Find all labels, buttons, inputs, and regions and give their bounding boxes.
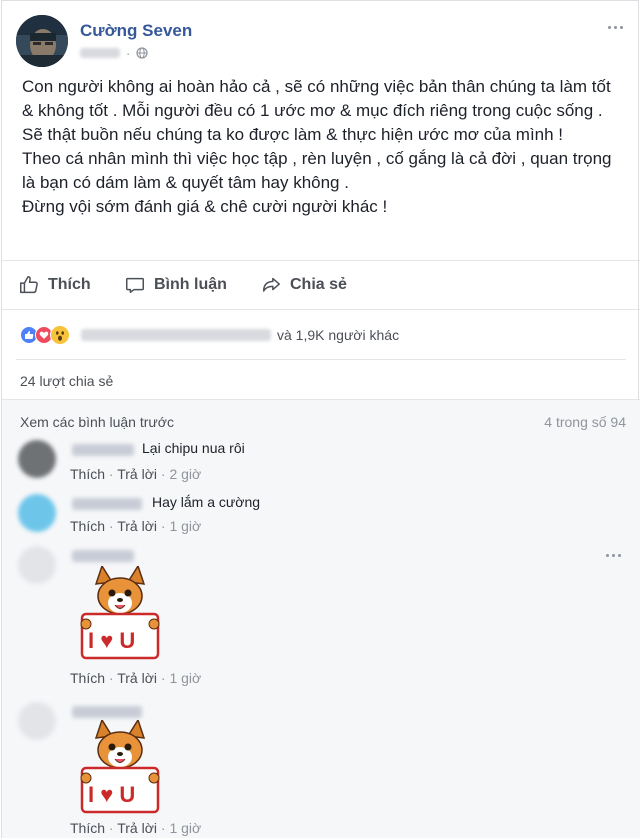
author-name[interactable]: Cường Seven xyxy=(80,21,192,41)
commenter-name-blurred[interactable] xyxy=(72,550,134,562)
commenter-name-blurred[interactable] xyxy=(72,498,142,510)
comment-options-icon[interactable] xyxy=(606,550,624,560)
post-header: Cường Seven · xyxy=(16,15,626,67)
commenter-avatar[interactable] xyxy=(18,494,56,532)
like-button[interactable]: Thích xyxy=(18,261,91,309)
post-paragraph: Đừng vội sớm đánh giá & chê cười người k… xyxy=(22,197,388,216)
comment-item: Lại chipu nua rôi Thích · Trả lời · 2 gi… xyxy=(18,440,624,484)
avatar-image xyxy=(16,15,68,67)
corgi-love-sticker[interactable]: I ♥ U xyxy=(80,720,160,815)
post-body: Con người không ai hoàn hảo cả , sẽ có n… xyxy=(22,75,622,219)
reaction-count[interactable]: và 1,9K người khác xyxy=(277,327,399,343)
comment-label: Bình luận xyxy=(154,276,227,293)
reactor-names-blurred[interactable] xyxy=(81,329,271,341)
share-label: Chia sẻ xyxy=(290,276,347,293)
comment-reply-link[interactable]: Trả lời xyxy=(117,820,157,836)
sticker-text: I ♥ U xyxy=(88,628,135,653)
post-actions-bar: Thích Bình luận Chia sẻ xyxy=(2,260,640,310)
share-count[interactable]: 24 lượt chia sẻ xyxy=(20,373,113,389)
comment-reply-link[interactable]: Trả lời xyxy=(117,670,157,686)
share-arrow-icon xyxy=(262,277,280,292)
comment-like-link[interactable]: Thích xyxy=(70,466,105,482)
reactions-summary[interactable]: và 1,9K người khác xyxy=(20,321,620,349)
comment-item: I ♥ U Thích · Trả lời · 1 giờ xyxy=(18,702,624,838)
view-previous-comments-link[interactable]: Xem các bình luận trước xyxy=(20,414,174,430)
comment-actions: Thích · Trả lời · 1 giờ xyxy=(70,820,202,836)
commenter-avatar[interactable] xyxy=(18,702,56,740)
comment-like-link[interactable]: Thích xyxy=(70,518,105,534)
comment-time[interactable]: 1 giờ xyxy=(169,820,201,836)
post-paragraph: Theo cá nhân mình thì việc học tập , rèn… xyxy=(22,149,612,192)
commenter-name-blurred[interactable] xyxy=(72,706,142,718)
comment-like-link[interactable]: Thích xyxy=(70,670,105,686)
divider xyxy=(16,359,626,360)
post-paragraph: Con người không ai hoàn hảo cả , sẽ có n… xyxy=(22,77,611,144)
comment-actions: Thích · Trả lời · 1 giờ xyxy=(70,670,202,686)
commenter-name-blurred[interactable] xyxy=(72,444,134,456)
comment-reply-link[interactable]: Trả lời xyxy=(117,466,157,482)
comment-reply-link[interactable]: Trả lời xyxy=(117,518,157,534)
comment-actions: Thích · Trả lời · 1 giờ xyxy=(70,518,202,534)
globe-icon[interactable] xyxy=(136,47,148,59)
sticker-text: I ♥ U xyxy=(88,782,135,807)
comment-time[interactable]: 2 giờ xyxy=(169,466,201,482)
separator-dot: · xyxy=(126,45,131,61)
corgi-love-sticker[interactable]: I ♥ U xyxy=(80,566,160,661)
comment-time[interactable]: 1 giờ xyxy=(169,670,201,686)
comment-item: Hay lắm a cường Thích · Trả lời · 1 giờ xyxy=(18,494,624,538)
comment-button[interactable]: Bình luận xyxy=(124,261,227,309)
commenter-avatar[interactable] xyxy=(18,440,56,478)
post-card: Cường Seven · Con người không ai hoàn hả… xyxy=(1,0,640,838)
comment-bubble-icon xyxy=(126,277,144,294)
comment-text: Hay lắm a cường xyxy=(152,494,261,510)
comment-text: Lại chipu nua rôi xyxy=(142,440,245,456)
comment-time[interactable]: 1 giờ xyxy=(169,518,201,534)
comment-counter: 4 trong số 94 xyxy=(544,414,626,430)
comments-section: Xem các bình luận trước 4 trong số 94 Lạ… xyxy=(2,399,640,838)
wow-reaction-icon xyxy=(50,325,70,345)
like-label: Thích xyxy=(48,276,91,293)
share-button[interactable]: Chia sẻ xyxy=(260,261,347,309)
comment-item: I ♥ U Thích · Trả lời · 1 giờ xyxy=(18,546,624,694)
post-options-icon[interactable] xyxy=(604,21,626,33)
thumbs-up-icon xyxy=(20,276,38,294)
comment-actions: Thích · Trả lời · 2 giờ xyxy=(70,466,202,482)
post-time-blurred[interactable] xyxy=(80,48,120,58)
commenter-avatar[interactable] xyxy=(18,546,56,584)
author-avatar[interactable] xyxy=(16,15,68,67)
post-meta: · xyxy=(80,45,148,61)
comment-like-link[interactable]: Thích xyxy=(70,820,105,836)
